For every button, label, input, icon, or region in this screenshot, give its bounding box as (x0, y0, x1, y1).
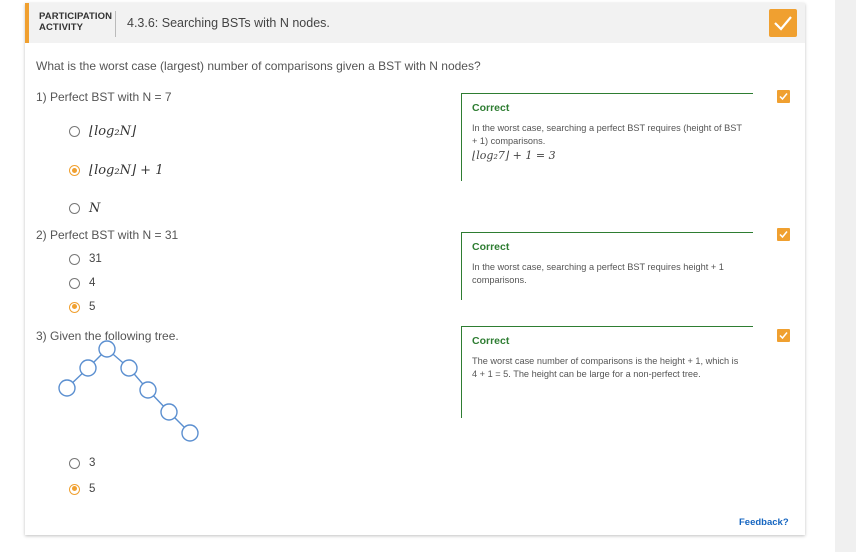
question-prompt: What is the worst case (largest) number … (36, 59, 481, 73)
q2-option-1-text: 31 (89, 253, 102, 265)
q2-option-3-radio[interactable] (69, 301, 80, 313)
q3-correct-check-icon (777, 329, 790, 342)
q1-feedback-title: Correct (472, 102, 510, 114)
q1-feedback-text: In the worst case, searching a perfect B… (472, 123, 742, 146)
q1-option-3-text: N (89, 201, 101, 216)
participation-activity-label: PARTICIPATION ACTIVITY (39, 11, 112, 33)
q1-feedback-math: ⌊log₂7⌋ + 1 = 3 (472, 149, 556, 162)
completion-check-icon (769, 9, 797, 37)
feedback-link[interactable]: Feedback? (739, 517, 789, 528)
q2-correct-check-icon (777, 228, 790, 241)
participation-label-line1: PARTICIPATION (39, 11, 113, 22)
q1-option-1-radio[interactable] (69, 126, 80, 137)
activity-header: PARTICIPATION ACTIVITY 4.3.6: Searching … (25, 3, 805, 43)
tree-node (120, 359, 138, 377)
q2-option-2-radio[interactable] (69, 277, 80, 289)
q3-feedback-title: Correct (472, 335, 510, 347)
q2-option-3[interactable]: 5 (69, 301, 95, 313)
q1-option-2-radio[interactable] (69, 165, 80, 176)
q2-feedback-title: Correct (472, 241, 510, 253)
q1-option-3[interactable]: N (69, 201, 100, 216)
tree-node (139, 381, 157, 399)
bst-tree-diagram (58, 340, 199, 442)
q1-option-2[interactable]: ⌊log₂N⌋ + 1 (69, 163, 163, 178)
question-1-label: 1) Perfect BST with N = 7 (36, 90, 172, 104)
q2-option-2-text: 4 (89, 277, 96, 289)
q3-option-2[interactable]: 5 (69, 483, 95, 495)
q1-correct-check-icon (777, 90, 790, 103)
tree-node (160, 403, 178, 421)
q2-option-1-radio[interactable] (69, 253, 80, 265)
q3-option-2-radio[interactable] (69, 483, 80, 495)
q3-option-1-radio[interactable] (69, 457, 80, 469)
q3-option-1[interactable]: 3 (69, 457, 95, 469)
q2-option-1[interactable]: 31 (69, 253, 102, 265)
q2-feedback-text: In the worst case, searching a perfect B… (472, 262, 724, 285)
q1-option-1-text: ⌊log₂N⌋ (89, 124, 137, 139)
activity-title: 4.3.6: Searching BSTs with N nodes. (127, 16, 330, 30)
participation-activity-card: PARTICIPATION ACTIVITY 4.3.6: Searching … (25, 3, 805, 535)
q2-feedback: Correct In the worst case, searching a p… (461, 232, 753, 300)
q1-option-3-radio[interactable] (69, 203, 80, 214)
participation-label-line2: ACTIVITY (39, 22, 84, 33)
q1-option-1[interactable]: ⌊log₂N⌋ (69, 124, 136, 139)
q3-option-1-text: 3 (89, 457, 96, 469)
q3-option-2-text: 5 (89, 483, 96, 495)
header-divider (115, 11, 116, 37)
tree-node (58, 379, 76, 397)
q3-feedback-text: The worst case number of comparisons is … (472, 356, 739, 379)
question-2-label: 2) Perfect BST with N = 31 (36, 228, 179, 242)
page-scroll-edge (835, 0, 856, 552)
tree-node (98, 340, 116, 358)
q2-option-3-text: 5 (89, 301, 96, 313)
q1-feedback: Correct In the worst case, searching a p… (461, 93, 753, 181)
tree-node (79, 359, 97, 377)
q1-option-2-text: ⌊log₂N⌋ + 1 (89, 163, 164, 178)
q3-feedback: Correct The worst case number of compari… (461, 326, 753, 418)
q2-option-2[interactable]: 4 (69, 277, 95, 289)
tree-node (181, 424, 199, 442)
